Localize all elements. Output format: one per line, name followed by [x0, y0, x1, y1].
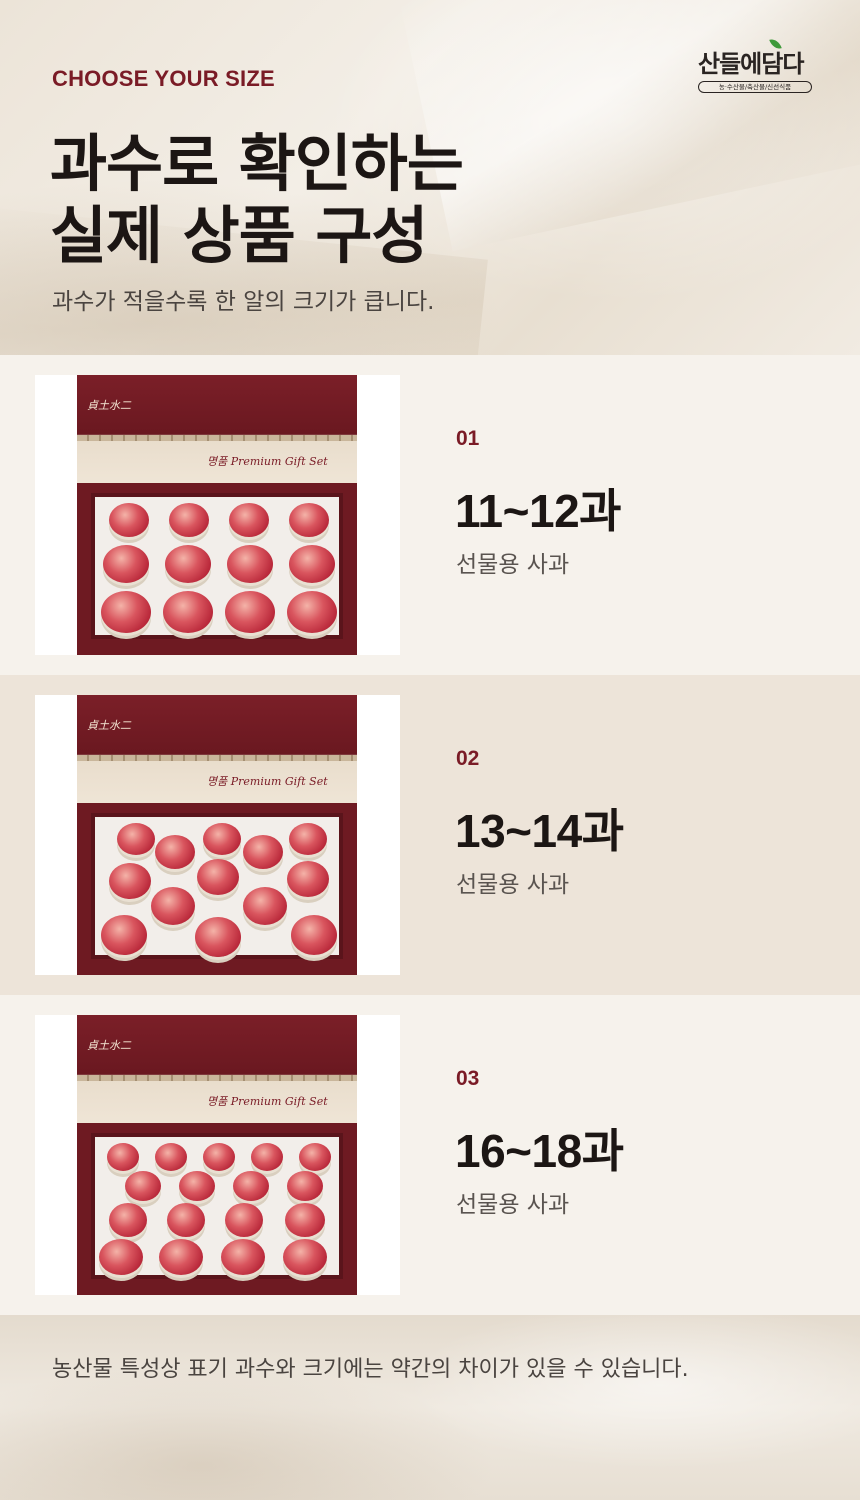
disclaimer-note: 농산물 특성상 표기 과수와 크기에는 약간의 차이가 있을 수 있습니다.: [52, 1357, 689, 1382]
page-title: 과수로 확인하는 실제 상품 구성: [50, 127, 464, 272]
box-script-text: 명품 Premium Gift Set: [207, 775, 328, 788]
option-label: 선물용 사과: [456, 1192, 570, 1218]
apple: [101, 915, 147, 955]
brand-logo-text: 산들에담다: [698, 50, 804, 78]
gift-box-image: 貞土水二 명품 Premium Gift Set: [77, 1015, 357, 1295]
apple: [163, 591, 213, 633]
lid-stripe: [77, 755, 357, 761]
apple: [229, 503, 269, 537]
apple: [117, 823, 155, 855]
apple: [285, 1203, 325, 1237]
lid-stripe: [77, 435, 357, 441]
hero-section: CHOOSE YOUR SIZE 과수로 확인하는 실제 상품 구성 과수가 적…: [0, 0, 860, 355]
apple: [109, 1203, 147, 1237]
apple-tray: [91, 1133, 343, 1279]
product-photo: 貞土水二 명품 Premium Gift Set: [35, 1015, 400, 1295]
apple: [225, 591, 275, 633]
apple-tray: [91, 813, 343, 959]
apple: [251, 1143, 283, 1171]
fruit-count: 11~12과: [455, 485, 621, 537]
apple-tray: [91, 493, 343, 639]
option-label: 선물용 사과: [456, 552, 570, 578]
option-number: 02: [456, 747, 480, 770]
apple: [103, 545, 149, 583]
apple: [109, 863, 151, 899]
size-option-3: 貞土水二 명품 Premium Gift Set 03 16~18과 선물용 사…: [0, 995, 860, 1315]
size-option-2: 貞土水二 명품 Premium Gift Set 02 13~14과 선물용 사: [0, 675, 860, 995]
box-lid: 貞土水二 명품 Premium Gift Set: [77, 695, 357, 803]
apple: [179, 1171, 215, 1201]
lid-stripe: [77, 1075, 357, 1081]
box-brand-text: 貞土水二: [87, 399, 131, 412]
apple: [169, 503, 209, 537]
apple: [289, 545, 335, 583]
option-label: 선물용 사과: [456, 872, 570, 898]
apple: [155, 835, 195, 869]
box-brand-text: 貞土水二: [87, 1039, 131, 1052]
apple: [227, 545, 273, 583]
gift-box-image: 貞土水二 명품 Premium Gift Set: [77, 375, 357, 655]
apple: [299, 1143, 331, 1171]
page-subtitle: 과수가 적을수록 한 알의 크기가 큽니다.: [52, 289, 435, 315]
apple: [151, 887, 195, 925]
apple: [155, 1143, 187, 1171]
background-fold: [398, 0, 860, 252]
apple: [283, 1239, 327, 1275]
apple: [221, 1239, 265, 1275]
fruit-count: 16~18과: [455, 1125, 624, 1177]
box-lid: 貞土水二 명품 Premium Gift Set: [77, 375, 357, 483]
apple: [243, 835, 283, 869]
option-number: 01: [456, 427, 480, 450]
apple: [125, 1171, 161, 1201]
box-script-text: 명품 Premium Gift Set: [207, 455, 328, 468]
fruit-count: 13~14과: [455, 805, 624, 857]
option-number: 03: [456, 1067, 480, 1090]
apple: [225, 1203, 263, 1237]
apple: [289, 823, 327, 855]
apple: [99, 1239, 143, 1275]
apple: [287, 1171, 323, 1201]
footer: 농산물 특성상 표기 과수와 크기에는 약간의 차이가 있을 수 있습니다.: [0, 1315, 860, 1500]
page-title-line-2: 실제 상품 구성: [50, 199, 428, 272]
apple: [287, 591, 337, 633]
apple: [101, 591, 151, 633]
apple: [109, 503, 149, 537]
page-title-line-1: 과수로 확인하는: [50, 127, 464, 200]
apple: [203, 1143, 235, 1171]
section-kicker: CHOOSE YOUR SIZE: [52, 66, 275, 91]
apple: [195, 917, 241, 957]
apple: [289, 503, 329, 537]
apple: [165, 545, 211, 583]
brand-logo-tagline: 농·수산물/축산물/신선식품: [698, 81, 812, 93]
box-brand-text: 貞土水二: [87, 719, 131, 732]
box-script-text: 명품 Premium Gift Set: [207, 1095, 328, 1108]
apple: [167, 1203, 205, 1237]
apple: [291, 915, 337, 955]
apple: [287, 861, 329, 897]
product-photo: 貞土水二 명품 Premium Gift Set: [35, 695, 400, 975]
product-photo: 貞土水二 명품 Premium Gift Set: [35, 375, 400, 655]
apple: [233, 1171, 269, 1201]
box-lid: 貞土水二 명품 Premium Gift Set: [77, 1015, 357, 1123]
apple: [107, 1143, 139, 1171]
apple: [203, 823, 241, 855]
brand-logo: 산들에담다 농·수산물/축산물/신선식품: [694, 36, 816, 96]
gift-box-image: 貞土水二 명품 Premium Gift Set: [77, 695, 357, 975]
size-option-1: 貞土水二 명품 Premium Gift Set 01 11~12과 선물용 사…: [0, 355, 860, 675]
apple: [197, 859, 239, 895]
apple: [159, 1239, 203, 1275]
apple: [243, 887, 287, 925]
